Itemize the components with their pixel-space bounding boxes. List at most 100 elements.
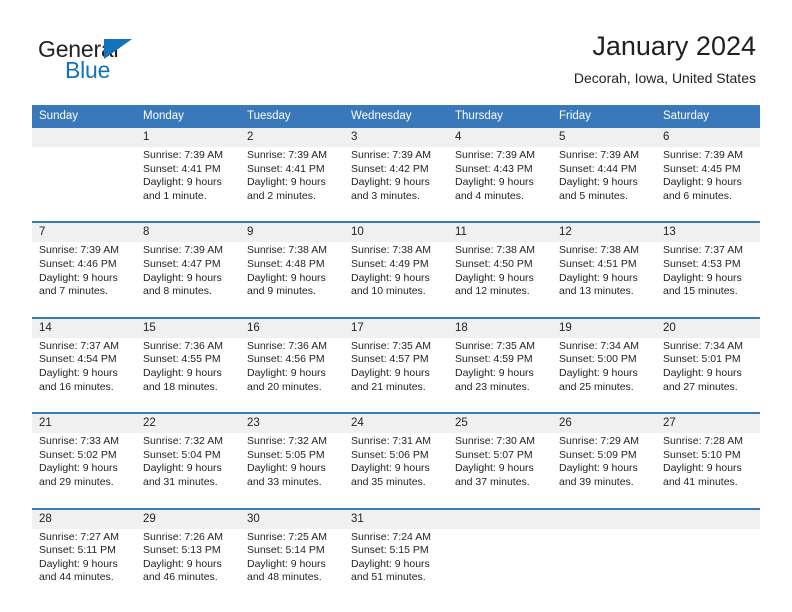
day-number: 27 [656,414,760,434]
day-number: 2 [240,128,344,147]
day-number: 13 [656,223,760,243]
day-number [656,509,760,529]
daylight-text-line1: Daylight: 9 hours [247,462,326,475]
sunset-text: Sunset: 5:00 PM [559,353,637,366]
day-cell[interactable]: Sunrise: 7:39 AM Sunset: 4:46 PM Dayligh… [32,242,136,309]
week-4-daynumbers: 21 22 23 24 25 26 27 [32,414,760,434]
day-cell[interactable]: Sunrise: 7:38 AM Sunset: 4:48 PM Dayligh… [240,242,344,309]
day-cell[interactable]: Sunrise: 7:39 AM Sunset: 4:42 PM Dayligh… [344,147,448,214]
day-cell[interactable]: Sunrise: 7:39 AM Sunset: 4:45 PM Dayligh… [656,147,760,214]
day-number: 20 [656,318,760,338]
day-cell[interactable]: Sunrise: 7:30 AM Sunset: 5:07 PM Dayligh… [448,433,552,500]
day-cell[interactable]: Sunrise: 7:29 AM Sunset: 5:09 PM Dayligh… [552,433,656,500]
day-cell[interactable] [552,528,656,595]
day-number: 15 [136,318,240,338]
day-number: 5 [552,128,656,147]
sunset-text: Sunset: 4:48 PM [247,257,325,270]
sunrise-text: Sunrise: 7:35 AM [351,339,431,352]
day-cell[interactable]: Sunrise: 7:39 AM Sunset: 4:41 PM Dayligh… [240,147,344,214]
daylight-text-line2: and 33 minutes. [247,475,322,488]
day-number [448,509,552,529]
day-cell[interactable]: Sunrise: 7:31 AM Sunset: 5:06 PM Dayligh… [344,433,448,500]
day-cell[interactable]: Sunrise: 7:36 AM Sunset: 4:55 PM Dayligh… [136,337,240,405]
day-cell[interactable]: Sunrise: 7:38 AM Sunset: 4:51 PM Dayligh… [552,242,656,309]
daylight-text-line1: Daylight: 9 hours [663,462,742,475]
daylight-text-line1: Daylight: 9 hours [143,557,222,570]
sunrise-text: Sunrise: 7:29 AM [559,435,639,448]
day-cell[interactable]: Sunrise: 7:34 AM Sunset: 5:00 PM Dayligh… [552,337,656,405]
week-gap [32,308,760,317]
daylight-text-line2: and 1 minute. [143,189,207,202]
sunrise-text: Sunrise: 7:30 AM [455,435,535,448]
day-cell[interactable]: Sunrise: 7:28 AM Sunset: 5:10 PM Dayligh… [656,433,760,500]
day-cell[interactable] [32,147,136,214]
sunrise-text: Sunrise: 7:38 AM [247,244,327,257]
daylight-text-line2: and 41 minutes. [663,475,738,488]
day-number: 26 [552,414,656,434]
day-cell[interactable]: Sunrise: 7:38 AM Sunset: 4:49 PM Dayligh… [344,242,448,309]
day-cell[interactable]: Sunrise: 7:39 AM Sunset: 4:41 PM Dayligh… [136,147,240,214]
sunset-text: Sunset: 5:04 PM [143,448,221,461]
title-block: January 2024 Decorah, Iowa, United State… [574,30,756,86]
daylight-text-line1: Daylight: 9 hours [39,271,118,284]
weekday-header-saturday: Saturday [656,105,760,128]
day-cell[interactable]: Sunrise: 7:33 AM Sunset: 5:02 PM Dayligh… [32,433,136,500]
day-cell[interactable]: Sunrise: 7:25 AM Sunset: 5:14 PM Dayligh… [240,528,344,595]
day-cell[interactable]: Sunrise: 7:27 AM Sunset: 5:11 PM Dayligh… [32,528,136,595]
daylight-text-line1: Daylight: 9 hours [351,176,430,189]
day-cell[interactable]: Sunrise: 7:35 AM Sunset: 4:59 PM Dayligh… [448,337,552,405]
sunset-text: Sunset: 5:15 PM [351,544,429,557]
sunset-text: Sunset: 4:46 PM [39,257,117,270]
sunrise-text: Sunrise: 7:37 AM [663,244,743,257]
day-cell[interactable]: Sunrise: 7:38 AM Sunset: 4:50 PM Dayligh… [448,242,552,309]
daylight-text-line2: and 21 minutes. [351,380,426,393]
sunrise-text: Sunrise: 7:36 AM [247,339,327,352]
day-number: 1 [136,128,240,147]
daylight-text-line1: Daylight: 9 hours [39,462,118,475]
daylight-text-line1: Daylight: 9 hours [559,176,638,189]
day-cell[interactable]: Sunrise: 7:32 AM Sunset: 5:05 PM Dayligh… [240,433,344,500]
day-number: 23 [240,414,344,434]
daylight-text-line1: Daylight: 9 hours [455,271,534,284]
sunrise-text: Sunrise: 7:36 AM [143,339,223,352]
daylight-text-line2: and 29 minutes. [39,475,114,488]
sunrise-text: Sunrise: 7:39 AM [455,149,535,161]
day-cell[interactable]: Sunrise: 7:39 AM Sunset: 4:43 PM Dayligh… [448,147,552,214]
daylight-text-line2: and 27 minutes. [663,380,738,393]
sunset-text: Sunset: 5:13 PM [143,544,221,557]
daylight-text-line1: Daylight: 9 hours [663,271,742,284]
weekday-header-thursday: Thursday [448,105,552,128]
day-cell[interactable]: Sunrise: 7:37 AM Sunset: 4:54 PM Dayligh… [32,337,136,405]
daylight-text-line1: Daylight: 9 hours [455,366,534,379]
sunrise-text: Sunrise: 7:39 AM [143,244,223,257]
daylight-text-line1: Daylight: 9 hours [39,557,118,570]
daylight-text-line1: Daylight: 9 hours [143,271,222,284]
daylight-text-line1: Daylight: 9 hours [663,176,742,189]
day-cell[interactable]: Sunrise: 7:26 AM Sunset: 5:13 PM Dayligh… [136,528,240,595]
sunrise-text: Sunrise: 7:27 AM [39,530,119,543]
day-number: 14 [32,318,136,338]
daylight-text-line2: and 51 minutes. [351,571,426,584]
sunset-text: Sunset: 4:51 PM [559,257,637,270]
sunset-text: Sunset: 4:49 PM [351,257,429,270]
day-cell[interactable]: Sunrise: 7:34 AM Sunset: 5:01 PM Dayligh… [656,337,760,405]
sunrise-text: Sunrise: 7:31 AM [351,435,431,448]
week-4-details: Sunrise: 7:33 AM Sunset: 5:02 PM Dayligh… [32,433,760,500]
day-cell[interactable] [656,528,760,595]
day-cell[interactable] [448,528,552,595]
day-cell[interactable]: Sunrise: 7:35 AM Sunset: 4:57 PM Dayligh… [344,337,448,405]
day-cell[interactable]: Sunrise: 7:39 AM Sunset: 4:44 PM Dayligh… [552,147,656,214]
day-cell[interactable]: Sunrise: 7:39 AM Sunset: 4:47 PM Dayligh… [136,242,240,309]
page-header: General Blue January 2024 Decorah, Iowa,… [0,0,792,100]
day-cell[interactable]: Sunrise: 7:24 AM Sunset: 5:15 PM Dayligh… [344,528,448,595]
day-cell[interactable]: Sunrise: 7:32 AM Sunset: 5:04 PM Dayligh… [136,433,240,500]
sunset-text: Sunset: 4:43 PM [455,162,533,175]
day-cell[interactable]: Sunrise: 7:36 AM Sunset: 4:56 PM Dayligh… [240,337,344,405]
sunset-text: Sunset: 4:50 PM [455,257,533,270]
general-blue-logo: General Blue [38,36,208,86]
triangle-icon [104,39,132,59]
day-cell[interactable]: Sunrise: 7:37 AM Sunset: 4:53 PM Dayligh… [656,242,760,309]
daylight-text-line2: and 23 minutes. [455,380,530,393]
daylight-text-line1: Daylight: 9 hours [663,366,742,379]
daylight-text-line1: Daylight: 9 hours [247,176,326,189]
